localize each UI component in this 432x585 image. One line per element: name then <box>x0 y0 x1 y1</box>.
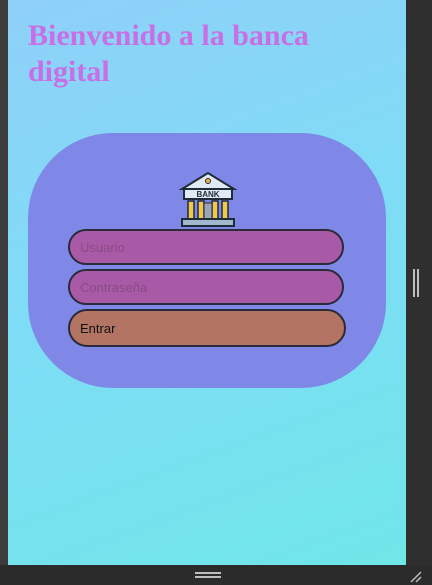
password-input[interactable] <box>68 269 344 305</box>
username-input[interactable] <box>68 229 344 265</box>
window-frame-left <box>0 0 8 565</box>
vertical-resize-handle[interactable] <box>413 269 419 297</box>
window-frame-right <box>406 0 432 565</box>
page-title: Bienvenido a la banca digital <box>28 19 309 88</box>
bank-icon: BANK <box>178 171 238 227</box>
horizontal-resize-handle[interactable] <box>195 572 221 578</box>
bottom-bar <box>0 565 432 585</box>
login-button[interactable]: Entrar <box>68 309 346 347</box>
resize-corner-icon[interactable] <box>408 569 422 583</box>
page-viewport: Bienvenido a la banca digital BANK Entra… <box>8 0 406 565</box>
bank-logo-text: BANK <box>196 190 219 199</box>
login-card: BANK Entrar <box>28 133 386 388</box>
